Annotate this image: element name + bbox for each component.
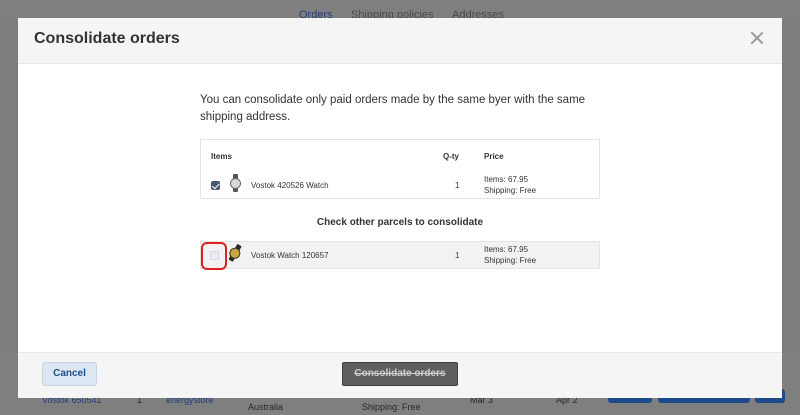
header-items: Items	[211, 152, 232, 161]
price-shipping: Shipping: Free	[484, 186, 537, 195]
selected-orders-table: Items Q-ty Price Vostok 420526 Watch 1 I…	[200, 139, 600, 199]
modal-title: Consolidate orders	[34, 30, 180, 47]
cancel-button[interactable]: Cancel	[42, 362, 97, 386]
intro-text: You can consolidate only paid orders mad…	[200, 94, 586, 123]
bg-country: Australia	[248, 402, 284, 412]
header-price: Price	[484, 152, 504, 161]
consolidate-orders-button[interactable]: Consolidate orders	[342, 362, 458, 386]
header-qty: Q-ty	[443, 152, 459, 161]
consolidate-orders-modal: Consolidate orders You can consolidate o…	[18, 18, 782, 398]
modal-footer: Cancel Consolidate orders	[18, 352, 782, 398]
price-items: Items: 67.95	[484, 175, 529, 184]
item-qty: 1	[455, 251, 460, 260]
item-price: Items: 67.95 Shipping: Free	[484, 174, 536, 196]
item-name: Vostok Watch 120657	[251, 251, 329, 260]
background-tab-bar: Orders Shipping policies Addresses	[0, 0, 800, 24]
bg-shipping: Shipping: Free	[362, 402, 421, 412]
price-items: Items: 67.95	[484, 245, 529, 254]
watch-thumbnail-icon	[225, 242, 245, 265]
highlight-annotation	[201, 242, 227, 270]
other-parcels-title: Check other parcels to consolidate	[316, 217, 484, 228]
list-item: Vostok Watch 120657 1 Items: 67.95 Shipp…	[200, 241, 600, 270]
close-icon[interactable]	[750, 31, 764, 45]
item-name: Vostok 420526 Watch	[251, 181, 329, 190]
order-checkbox[interactable]	[211, 181, 220, 190]
item-qty: 1	[455, 181, 460, 190]
price-shipping: Shipping: Free	[484, 256, 537, 265]
watch-thumbnail-icon	[230, 174, 242, 194]
item-price: Items: 67.95 Shipping: Free	[484, 244, 536, 266]
modal-header: Consolidate orders	[18, 18, 782, 64]
